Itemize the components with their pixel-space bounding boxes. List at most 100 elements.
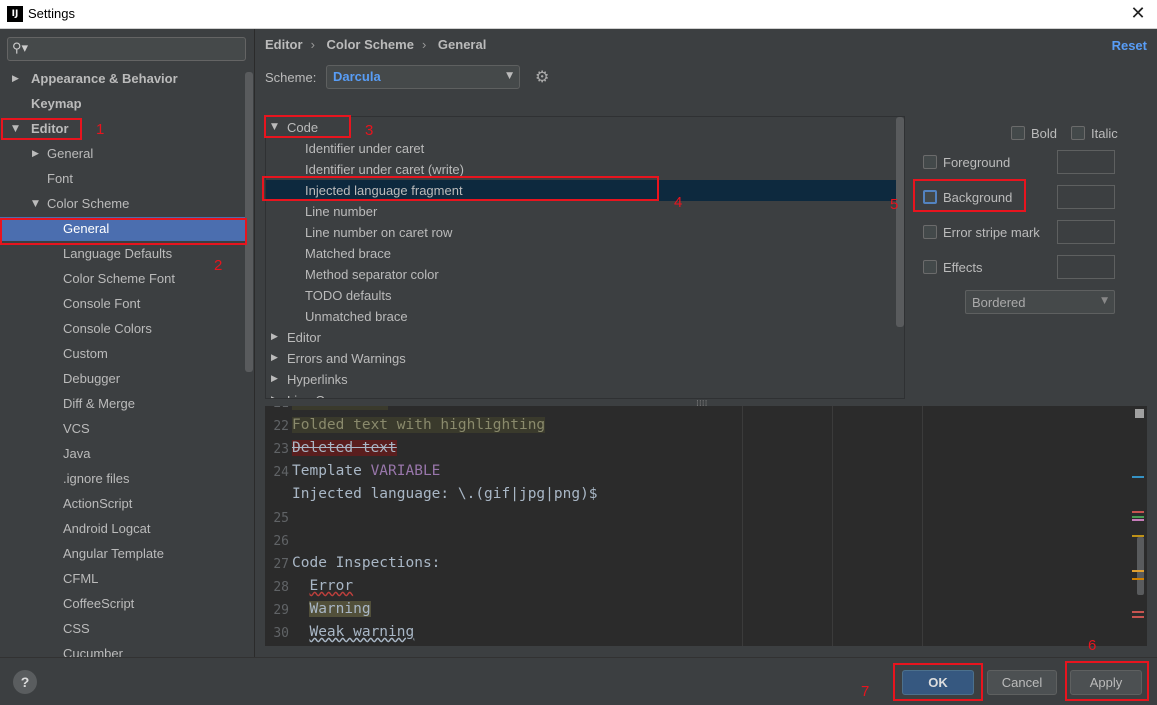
sidebar-item[interactable]: Android Logcat (0, 517, 245, 541)
preview-scrollbar-track[interactable] (1133, 406, 1145, 646)
effects-label: Effects (943, 260, 983, 275)
foreground-color-swatch[interactable] (1057, 150, 1115, 174)
preview-guide-line (922, 406, 923, 646)
annotation-box (1, 118, 82, 140)
attribute-item[interactable]: ▶ Line Coverage (266, 390, 896, 398)
sidebar-item[interactable]: ▶ General (0, 142, 245, 166)
breadcrumb-item[interactable]: Editor (265, 37, 303, 52)
code-token: Code Inspections: (292, 555, 441, 571)
help-button[interactable]: ? (13, 670, 37, 694)
attribute-item-label: Line number on caret row (305, 225, 453, 240)
foreground-checkbox[interactable] (923, 155, 937, 169)
sidebar-item[interactable]: Console Font (0, 292, 245, 316)
background-color-swatch[interactable] (1057, 185, 1115, 209)
search-box[interactable]: ⚲▾ (7, 37, 246, 61)
effects-checkbox[interactable] (923, 260, 937, 274)
attribute-item[interactable]: ▶ Errors and Warnings (266, 348, 896, 369)
sidebar-item-label: Java (63, 446, 91, 461)
app-icon: IJ (7, 6, 23, 22)
cancel-button[interactable]: Cancel (987, 670, 1057, 695)
attribute-item[interactable]: ▶ Editor (266, 327, 896, 348)
gear-icon[interactable]: ⚙ (535, 67, 549, 86)
breadcrumb-item[interactable]: Color Scheme (327, 37, 414, 52)
effects-color-swatch[interactable] (1057, 255, 1115, 279)
italic-label: Italic (1091, 126, 1118, 141)
error-stripe-marker[interactable] (1132, 578, 1144, 580)
sidebar-item[interactable]: Language Defaults (0, 242, 245, 266)
preview-scrollbar-thumb[interactable] (1137, 537, 1144, 595)
sidebar-item[interactable]: CFML (0, 567, 245, 591)
chevron-right-icon[interactable]: ▶ (12, 67, 19, 91)
sidebar-item[interactable]: ▼ Color Scheme (0, 192, 245, 216)
code-line: Folded text (292, 406, 389, 410)
bold-label: Bold (1031, 126, 1058, 141)
error-stripe-marker[interactable] (1132, 616, 1144, 618)
line-number: 28 (273, 580, 289, 595)
attribute-item[interactable]: Line number (266, 201, 896, 222)
chevron-right-icon[interactable]: ▶ (271, 327, 278, 348)
italic-checkbox[interactable] (1071, 126, 1085, 140)
scheme-dropdown[interactable]: Darcula ▼ (326, 65, 520, 89)
line-number: 22 (273, 419, 289, 434)
line-number: 29 (273, 603, 289, 618)
attribute-item[interactable]: Matched brace (266, 243, 896, 264)
sidebar-item-label: VCS (63, 421, 90, 436)
settings-window: IJ Settings ✕ ⚲▾ ▶ Appearance & Behavior K… (0, 0, 1157, 705)
sidebar-item[interactable]: Cucumber (0, 642, 245, 657)
attribute-item[interactable]: Line number on caret row (266, 222, 896, 243)
chevron-down-icon[interactable]: ▼ (32, 192, 39, 216)
attribute-tree-scrollbar[interactable] (896, 117, 904, 327)
error-stripe-marker[interactable] (1132, 516, 1144, 518)
chevron-right-icon[interactable]: ▶ (271, 348, 278, 369)
line-number: 24 (273, 465, 289, 480)
sidebar-item[interactable]: Debugger (0, 367, 245, 391)
error-stripe-marker[interactable] (1132, 519, 1144, 521)
code-preview[interactable]: Folded text Folded text with highlighting… (265, 406, 1147, 646)
error-stripe-color-swatch[interactable] (1057, 220, 1115, 244)
code-line: Template VARIABLE (292, 463, 440, 479)
error-stripe-marker[interactable] (1132, 511, 1144, 513)
sidebar-item[interactable]: ActionScript (0, 492, 245, 516)
attribute-item[interactable]: TODO defaults (266, 285, 896, 306)
attribute-item[interactable]: ▼ Code (266, 117, 896, 138)
sidebar-item[interactable]: ▶ Appearance & Behavior (0, 67, 245, 91)
error-stripe-marker[interactable] (1132, 611, 1144, 613)
attribute-item[interactable]: Method separator color (266, 264, 896, 285)
breadcrumb: Editor › Color Scheme › General (265, 37, 494, 52)
error-stripe-checkbox[interactable] (923, 225, 937, 239)
attribute-item[interactable]: ▶ Hyperlinks (266, 369, 896, 390)
sidebar-item[interactable]: CSS (0, 617, 245, 641)
error-stripe-marker[interactable] (1132, 570, 1144, 572)
sidebar-item[interactable]: CoffeeScript (0, 592, 245, 616)
sidebar-item[interactable]: Keymap (0, 92, 245, 116)
sidebar-item[interactable]: Console Colors (0, 317, 245, 341)
error-stripe-marker[interactable] (1132, 476, 1144, 478)
reset-link[interactable]: Reset (1112, 38, 1147, 53)
sidebar-item[interactable]: Angular Template (0, 542, 245, 566)
code-line: Folded text with highlighting (292, 417, 546, 433)
chevron-right-icon[interactable]: ▶ (271, 390, 278, 398)
annotation-number: 7 (861, 683, 870, 700)
attribute-item-label: Matched brace (305, 246, 391, 261)
line-number: 21 (265, 406, 289, 411)
chevron-right-icon[interactable]: ▶ (271, 369, 278, 390)
effect-type-dropdown[interactable]: Bordered ▼ (965, 290, 1115, 314)
attribute-item[interactable]: Unmatched brace (266, 306, 896, 327)
sidebar-item[interactable]: VCS (0, 417, 245, 441)
sidebar-item[interactable]: Custom (0, 342, 245, 366)
annotation-box (893, 663, 983, 701)
code-token: VARIABLE (370, 463, 441, 479)
sidebar-item-label: Color Scheme Font (63, 271, 175, 286)
attribute-item[interactable]: Identifier under caret (266, 138, 896, 159)
sidebar-item[interactable]: Color Scheme Font (0, 267, 245, 291)
chevron-right-icon[interactable]: ▶ (32, 142, 39, 166)
error-stripe-marker[interactable] (1132, 535, 1144, 537)
sidebar-item[interactable]: Java (0, 442, 245, 466)
bold-checkbox[interactable] (1011, 126, 1025, 140)
search-input[interactable] (30, 40, 240, 58)
close-icon[interactable]: ✕ (1125, 2, 1151, 26)
annotation-box (913, 179, 1026, 212)
sidebar-item[interactable]: Font (0, 167, 245, 191)
sidebar-item[interactable]: .ignore files (0, 467, 245, 491)
sidebar-item[interactable]: Diff & Merge (0, 392, 245, 416)
